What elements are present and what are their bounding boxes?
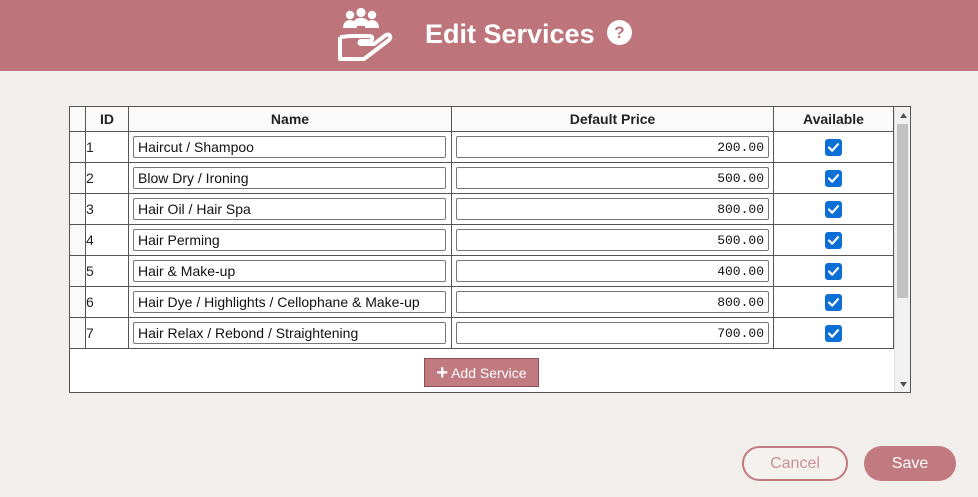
scroll-down-arrow-icon[interactable] bbox=[895, 376, 910, 392]
service-name-input[interactable] bbox=[133, 291, 446, 313]
price-cell bbox=[451, 317, 774, 349]
table-header-row: ID Name Default Price Available bbox=[70, 107, 894, 132]
available-cell bbox=[773, 317, 894, 349]
table-body: 1234567 bbox=[70, 131, 894, 349]
table-row: 5 bbox=[70, 255, 894, 287]
service-name-input[interactable] bbox=[133, 167, 446, 189]
available-checkbox[interactable] bbox=[825, 231, 842, 249]
default-price-input[interactable] bbox=[456, 229, 769, 251]
default-price-input[interactable] bbox=[456, 136, 769, 158]
column-header-id[interactable]: ID bbox=[85, 107, 129, 132]
scroll-up-arrow-icon[interactable] bbox=[895, 107, 910, 123]
table-row: 6 bbox=[70, 286, 894, 318]
checkmark-icon bbox=[827, 235, 840, 245]
available-cell bbox=[773, 162, 894, 194]
column-header-available[interactable]: Available bbox=[773, 107, 894, 132]
scrollbar-thumb[interactable] bbox=[897, 124, 908, 298]
checkmark-icon bbox=[827, 204, 840, 214]
service-hand-icon bbox=[338, 7, 393, 61]
price-cell bbox=[451, 162, 774, 194]
page-title: Edit Services bbox=[425, 19, 595, 49]
available-checkbox[interactable] bbox=[825, 262, 842, 280]
id-cell: 4 bbox=[85, 224, 129, 256]
id-cell: 7 bbox=[85, 317, 129, 349]
add-service-button[interactable]: + Add Service bbox=[424, 358, 539, 387]
price-cell bbox=[451, 193, 774, 225]
available-checkbox[interactable] bbox=[825, 138, 842, 156]
available-cell bbox=[773, 131, 894, 163]
price-cell bbox=[451, 131, 774, 163]
table-row: 2 bbox=[70, 162, 894, 194]
service-name-input[interactable] bbox=[133, 136, 446, 158]
row-selector[interactable] bbox=[70, 255, 86, 287]
default-price-input[interactable] bbox=[456, 167, 769, 189]
row-selector[interactable] bbox=[70, 286, 86, 318]
table-row: 1 bbox=[70, 131, 894, 163]
available-cell bbox=[773, 224, 894, 256]
default-price-input[interactable] bbox=[456, 260, 769, 282]
services-table: ID Name Default Price Available 1234567 bbox=[70, 107, 894, 349]
header-bar: Edit Services ? bbox=[0, 0, 978, 71]
available-cell bbox=[773, 193, 894, 225]
name-cell bbox=[128, 162, 452, 194]
row-header-cell bbox=[70, 107, 86, 132]
default-price-input[interactable] bbox=[456, 322, 769, 344]
id-cell: 2 bbox=[85, 162, 129, 194]
name-cell bbox=[128, 193, 452, 225]
name-cell bbox=[128, 131, 452, 163]
checkmark-icon bbox=[827, 173, 840, 183]
price-cell bbox=[451, 286, 774, 318]
row-selector[interactable] bbox=[70, 193, 86, 225]
checkmark-icon bbox=[827, 328, 840, 338]
id-cell: 6 bbox=[85, 286, 129, 318]
price-cell bbox=[451, 255, 774, 287]
help-icon[interactable]: ? bbox=[607, 20, 632, 45]
table-row: 4 bbox=[70, 224, 894, 256]
default-price-input[interactable] bbox=[456, 291, 769, 313]
available-checkbox[interactable] bbox=[825, 169, 842, 187]
column-header-price[interactable]: Default Price bbox=[451, 107, 774, 132]
checkmark-icon bbox=[827, 142, 840, 152]
id-cell: 1 bbox=[85, 131, 129, 163]
row-selector[interactable] bbox=[70, 317, 86, 349]
id-cell: 3 bbox=[85, 193, 129, 225]
row-selector[interactable] bbox=[70, 224, 86, 256]
table-row: 7 bbox=[70, 317, 894, 349]
save-button[interactable]: Save bbox=[864, 446, 956, 481]
name-cell bbox=[128, 317, 452, 349]
service-name-input[interactable] bbox=[133, 198, 446, 220]
default-price-input[interactable] bbox=[456, 198, 769, 220]
row-selector[interactable] bbox=[70, 131, 86, 163]
checkmark-icon bbox=[827, 266, 840, 276]
column-header-name[interactable]: Name bbox=[128, 107, 452, 132]
available-cell bbox=[773, 255, 894, 287]
service-name-input[interactable] bbox=[133, 260, 446, 282]
row-selector[interactable] bbox=[70, 162, 86, 194]
add-service-label: Add Service bbox=[451, 364, 527, 381]
cancel-button[interactable]: Cancel bbox=[742, 446, 848, 481]
checkmark-icon bbox=[827, 297, 840, 307]
name-cell bbox=[128, 224, 452, 256]
available-checkbox[interactable] bbox=[825, 324, 842, 342]
plus-icon: + bbox=[436, 361, 449, 384]
service-name-input[interactable] bbox=[133, 322, 446, 344]
service-name-input[interactable] bbox=[133, 229, 446, 251]
price-cell bbox=[451, 224, 774, 256]
available-checkbox[interactable] bbox=[825, 293, 842, 311]
name-cell bbox=[128, 255, 452, 287]
available-cell bbox=[773, 286, 894, 318]
vertical-scrollbar[interactable] bbox=[894, 107, 910, 392]
id-cell: 5 bbox=[85, 255, 129, 287]
available-checkbox[interactable] bbox=[825, 200, 842, 218]
table-row: 3 bbox=[70, 193, 894, 225]
name-cell bbox=[128, 286, 452, 318]
services-table-container: ID Name Default Price Available 1234567 … bbox=[69, 106, 911, 393]
